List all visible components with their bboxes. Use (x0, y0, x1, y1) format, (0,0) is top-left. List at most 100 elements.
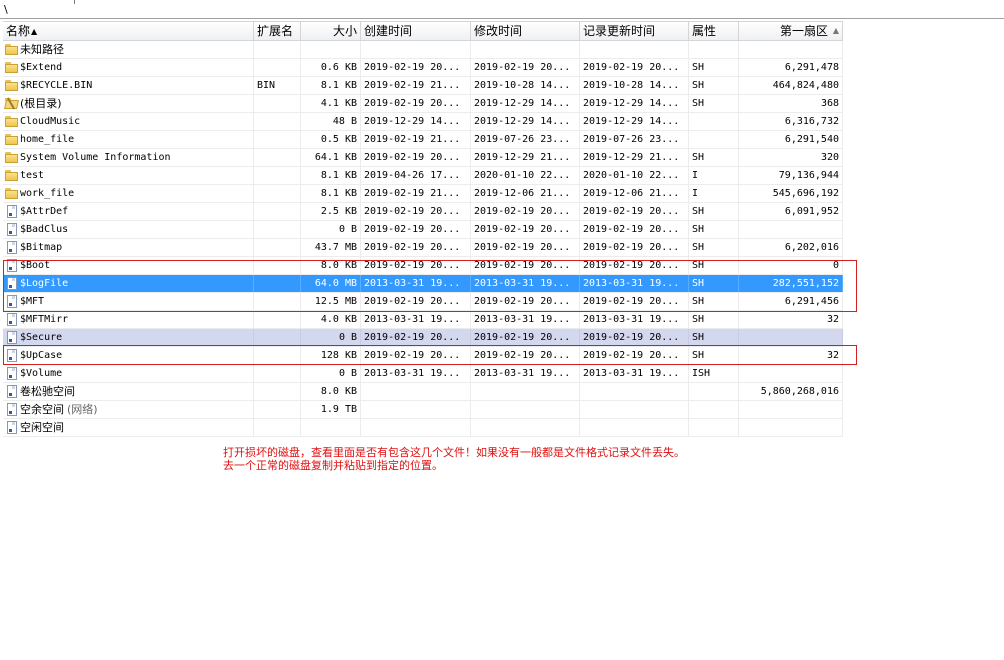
table-row[interactable]: $MFTMirr 4.0 KB 2013-03-31 19... 2013-03-31… (3, 311, 843, 329)
file-extension (254, 113, 301, 130)
file-icon (5, 205, 18, 218)
table-row[interactable]: $MFT 12.5 MB 2019-02-19 20... 2019-02-19 20… (3, 293, 843, 311)
file-name: 空余空间 (网络) (3, 401, 254, 418)
table-row[interactable]: $Secure 0 B 2019-02-19 20... 2019-02-19 20.… (3, 329, 843, 347)
file-icon (5, 403, 18, 416)
record-updated-time (580, 383, 689, 400)
record-updated-time (580, 401, 689, 418)
file-name-text: $BadClus (20, 224, 69, 235)
file-name-text: $MFT (20, 296, 45, 307)
column-name-label: 名称 (6, 24, 31, 38)
column-extension[interactable]: 扩展名 (254, 22, 301, 40)
table-row[interactable]: home_file 0.5 KB 2019-02-19 21... 2019-07-2… (3, 131, 843, 149)
file-size: 64.0 MB (301, 275, 361, 292)
column-first-sector[interactable]: 第一扇区 (739, 22, 843, 40)
file-name-text: $AttrDef (20, 206, 69, 217)
file-name-text: $Volume (20, 368, 63, 379)
first-sector (739, 401, 843, 418)
modified-time: 2013-03-31 19... (471, 365, 580, 382)
created-time: 2019-02-19 20... (361, 59, 471, 76)
created-time: 2019-02-19 21... (361, 77, 471, 94)
folder-icon (5, 79, 18, 92)
file-name: $Volume (3, 365, 254, 382)
file-extension (254, 383, 301, 400)
file-extension (254, 365, 301, 382)
first-sector (739, 419, 843, 436)
folder-icon (5, 151, 18, 164)
table-row[interactable]: 空闲空间 (3, 419, 843, 437)
created-time (361, 383, 471, 400)
column-modified[interactable]: 修改时间 (471, 22, 580, 40)
record-updated-time: 2013-03-31 19... (580, 365, 689, 382)
file-attributes: SH (689, 347, 739, 364)
table-row[interactable]: test 8.1 KB 2019-04-26 17... 2020-01-10 22.… (3, 167, 843, 185)
table-row[interactable]: $Boot 8.0 KB 2019-02-19 20... 2019-02-19 20… (3, 257, 843, 275)
file-extension (254, 185, 301, 202)
file-size: 8.0 KB (301, 383, 361, 400)
table-row[interactable]: $RECYCLE.BIN BIN 8.1 KB 2019-02-19 21... 201… (3, 77, 843, 95)
file-extension (254, 41, 301, 58)
file-list[interactable]: 名称▲ 扩展名 大小 创建时间 修改时间 记录更新时间 属性 第一扇区 ▲ 未知… (3, 21, 843, 437)
created-time: 2019-02-19 20... (361, 149, 471, 166)
file-extension (254, 419, 301, 436)
table-row[interactable]: $BadClus 0 B 2019-02-19 20... 2019-02-19 20… (3, 221, 843, 239)
file-attributes: SH (689, 275, 739, 292)
table-row[interactable]: $UpCase 128 KB 2019-02-19 20... 2019-02-19 … (3, 347, 843, 365)
created-time: 2019-02-19 21... (361, 131, 471, 148)
modified-time: 2019-10-28 14... (471, 77, 580, 94)
file-size: 8.1 KB (301, 185, 361, 202)
modified-time: 2019-02-19 20... (471, 59, 580, 76)
file-extension (254, 293, 301, 310)
table-row[interactable]: $AttrDef 2.5 KB 2019-02-19 20... 2019-02-19… (3, 203, 843, 221)
file-name-text: $Extend (20, 62, 63, 73)
table-row[interactable]: work_file 8.1 KB 2019-02-19 21... 2019-12-0… (3, 185, 843, 203)
file-name-text: home_file (20, 134, 75, 145)
table-row[interactable]: $Extend 0.6 KB 2019-02-19 20... 2019-02-19 … (3, 59, 843, 77)
file-name-text: 未知路径 (20, 43, 64, 56)
file-extension (254, 131, 301, 148)
record-updated-time: 2019-12-06 21... (580, 185, 689, 202)
column-created[interactable]: 创建时间 (361, 22, 471, 40)
file-extension (254, 221, 301, 238)
column-record-updated-label: 记录更新时间 (583, 24, 656, 38)
file-name: $LogFile (3, 275, 254, 292)
created-time: 2019-12-29 14... (361, 113, 471, 130)
table-row[interactable]: System Volume Information 64.1 KB 2019-02-… (3, 149, 843, 167)
table-row[interactable]: 未知路径 (3, 41, 843, 59)
folder-icon (5, 187, 18, 200)
file-name-text: 空余空间 (20, 403, 64, 416)
table-row[interactable]: 卷松驰空间 8.0 KB 5,860,268,016 (3, 383, 843, 401)
scroll-up-icon[interactable]: ▲ (831, 25, 841, 36)
table-row[interactable]: $Bitmap 43.7 MB 2019-02-19 20... 2019-02-19… (3, 239, 843, 257)
file-icon (5, 367, 18, 380)
modified-time: 2020-01-10 22... (471, 167, 580, 184)
table-row[interactable]: CloudMusic 48 B 2019-12-29 14... 2019-12-29… (3, 113, 843, 131)
file-icon (5, 385, 18, 398)
table-row[interactable]: (根目录) 4.1 KB 2019-02-19 20... 2019-12-29 14… (3, 95, 843, 113)
column-size[interactable]: 大小 (301, 22, 361, 40)
created-time: 2019-02-19 20... (361, 329, 471, 346)
file-attributes: SH (689, 329, 739, 346)
folder-icon (5, 115, 18, 128)
table-row[interactable]: 空余空间 (网络) 1.9 TB (3, 401, 843, 419)
file-size: 64.1 KB (301, 149, 361, 166)
file-icon (5, 331, 18, 344)
column-record-updated[interactable]: 记录更新时间 (580, 22, 689, 40)
column-name[interactable]: 名称▲ (3, 22, 254, 40)
file-size: 0.6 KB (301, 59, 361, 76)
file-name-text: $LogFile (20, 278, 69, 289)
table-row[interactable]: $Volume 0 B 2013-03-31 19... 2013-03-31 19.… (3, 365, 843, 383)
file-name-text: $UpCase (20, 350, 63, 361)
created-time: 2019-02-19 20... (361, 347, 471, 364)
path-bar[interactable]: \ (0, 0, 1004, 19)
table-row[interactable]: $LogFile 64.0 MB 2013-03-31 19... 2013-03-3… (3, 275, 843, 293)
first-sector: 6,316,732 (739, 113, 843, 130)
record-updated-time: 2019-02-19 20... (580, 347, 689, 364)
first-sector: 6,091,952 (739, 203, 843, 220)
modified-time: 2019-07-26 23... (471, 131, 580, 148)
record-updated-time: 2020-01-10 22... (580, 167, 689, 184)
column-attributes[interactable]: 属性 (689, 22, 739, 40)
modified-time: 2019-02-19 20... (471, 347, 580, 364)
file-attributes: SH (689, 239, 739, 256)
file-name: $MFT (3, 293, 254, 310)
